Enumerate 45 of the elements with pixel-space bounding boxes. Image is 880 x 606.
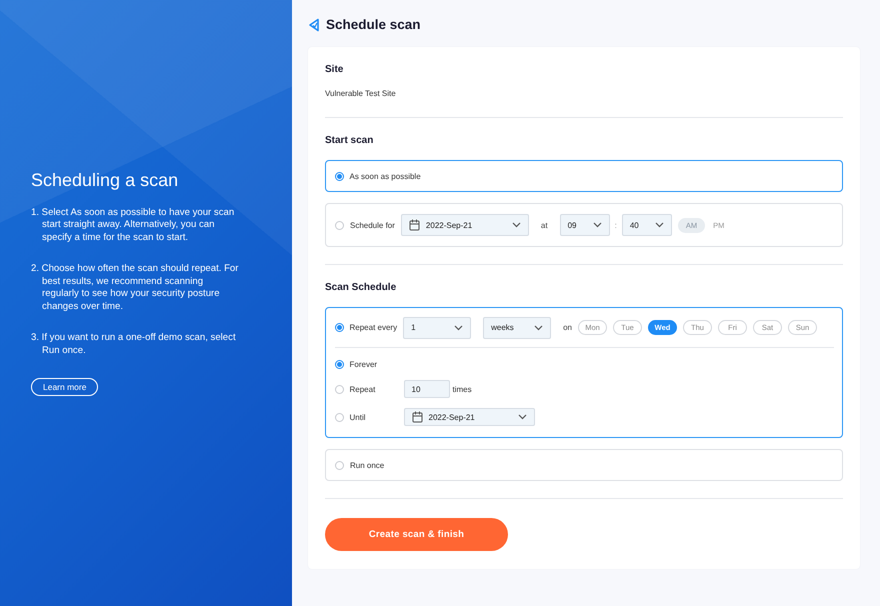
interval-dropdown[interactable]: 1: [403, 316, 472, 338]
learn-more-button[interactable]: Learn more: [31, 378, 98, 396]
chevron-down-icon: [512, 222, 521, 228]
section-heading: Start scan: [325, 135, 374, 146]
hour-dropdown[interactable]: 09: [560, 214, 610, 236]
times-label: times: [452, 384, 472, 394]
sidebar-title: Scheduling a scan: [31, 170, 180, 191]
minute-dropdown[interactable]: 40: [622, 214, 672, 236]
instruction-step: 1. Select As soon as possible to have your scan start straight away. Alternatively, you can specify a time for the scan to start.: [31, 206, 240, 244]
chevron-down-icon: [592, 222, 602, 228]
section-heading: Site: [325, 64, 344, 75]
section-heading: Scan Schedule: [325, 282, 398, 293]
count-field[interactable]: 10: [404, 380, 450, 398]
radio-button[interactable]: [334, 412, 344, 422]
option-label: Run once: [350, 460, 384, 470]
time-separator: :: [614, 220, 617, 230]
option-label: Repeat: [350, 384, 376, 394]
instruction-step: 2. Choose how often the scan should repeat. For best results, we recommend scanning regularly to see how your security posture changes over time.: [31, 263, 240, 314]
site-name: Vulnerable Test Site: [325, 89, 397, 98]
instruction-step: 3. If you want to run a one-off demo scan, select Run once.: [31, 332, 240, 358]
chevron-down-icon: [534, 324, 544, 330]
chevron-down-icon: [654, 222, 664, 228]
on-label: on: [563, 323, 572, 332]
option-label: As soon as possible: [350, 172, 421, 180]
date-dropdown[interactable]: 2022-Sep-21: [400, 214, 529, 236]
chevron-down-icon: [518, 414, 526, 420]
option-label: Repeat every: [350, 323, 398, 332]
radio-button[interactable]: [334, 360, 344, 368]
option-label: Schedule for: [350, 220, 395, 230]
create-scan-button[interactable]: Create scan & finish: [325, 518, 508, 551]
option-label: Until: [350, 412, 367, 422]
radio-button[interactable]: [335, 460, 344, 470]
radio-button[interactable]: [334, 172, 344, 180]
unit-dropdown[interactable]: weeks: [483, 316, 552, 338]
radio-button[interactable]: [335, 220, 344, 230]
at-label: at: [540, 220, 548, 230]
calendar-icon: [408, 219, 420, 231]
calendar-icon: [412, 411, 422, 423]
page-title: Schedule scan: [326, 17, 421, 32]
chevron-down-icon: [454, 324, 464, 330]
radio-button[interactable]: [334, 323, 344, 332]
date-dropdown[interactable]: 2022-Sep-21: [404, 408, 534, 426]
radio-button[interactable]: [334, 384, 344, 394]
scan-logo-icon: [308, 18, 320, 32]
option-label: Forever: [350, 360, 378, 368]
